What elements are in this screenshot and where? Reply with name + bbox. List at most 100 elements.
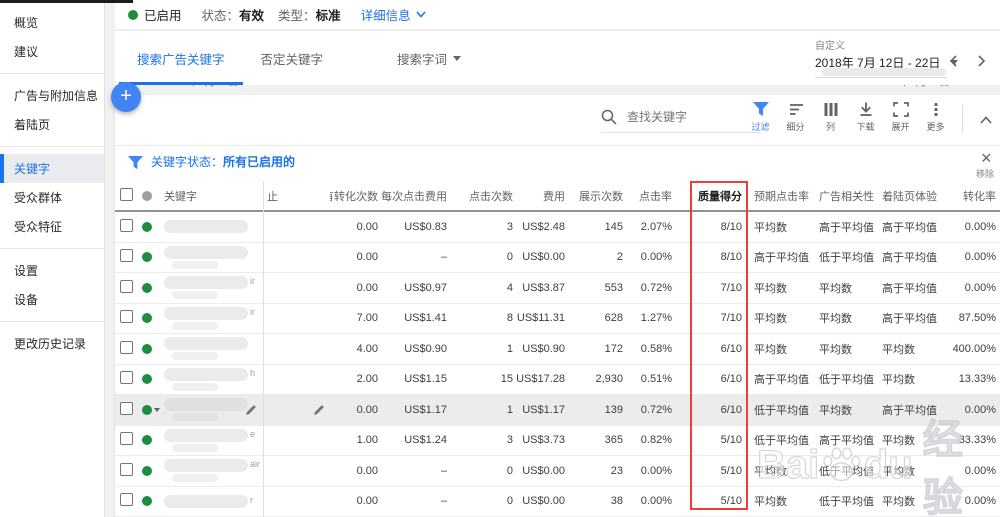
- blurred-keyword-line2: [172, 291, 218, 300]
- columns-button[interactable]: 列: [813, 102, 848, 133]
- status-column-dot: [142, 190, 152, 201]
- table-row[interactable]: e 1.00 US$1.24 3 US$3.73 365 0.82% 5/10 …: [115, 426, 1000, 456]
- edit-url-icon[interactable]: [313, 404, 325, 416]
- select-all-checkbox[interactable]: [120, 187, 133, 201]
- keyword-enabled-dot[interactable]: [142, 435, 152, 446]
- sidebar-item-change-history[interactable]: 更改历史记录: [0, 329, 104, 358]
- remove-filter-icon[interactable]: ×: [981, 148, 992, 169]
- table-row[interactable]: 4.00 US$0.90 1 US$0.90 172 0.58% 6/10 平均…: [115, 334, 1000, 365]
- table-row[interactable]: ir 0.00 US$0.97 4 US$3.87 553 0.72% 7/10…: [115, 273, 1000, 304]
- cell-expected-ctr: 平均数: [754, 221, 787, 234]
- cell-quality-score: 7/10: [720, 281, 742, 294]
- row-checkbox[interactable]: [120, 279, 133, 293]
- col-all-conversions[interactable]: 所有转化次数: [330, 188, 378, 204]
- download-button[interactable]: 下载: [848, 102, 883, 133]
- sidebar-item-landing-pages[interactable]: 着陆页: [0, 110, 104, 139]
- sidebar-item-recommendations[interactable]: 建议: [0, 37, 104, 66]
- row-checkbox[interactable]: [120, 218, 133, 232]
- search-input[interactable]: [627, 110, 737, 124]
- table-row[interactable]: ir 7.00 US$1.41 8 US$11.31 628 1.27% 7/1…: [115, 304, 1000, 334]
- cell-landing-page-exp: 高于平均值: [882, 252, 937, 265]
- sidebar-item-keywords[interactable]: 关键字: [0, 154, 104, 183]
- keyword-enabled-dot[interactable]: [142, 374, 152, 385]
- details-link[interactable]: 详细信息: [361, 5, 426, 24]
- enabled-label[interactable]: 已启用: [144, 5, 182, 24]
- row-checkbox[interactable]: [120, 432, 133, 446]
- row-checkbox[interactable]: [120, 310, 133, 324]
- col-impressions[interactable]: 展示次数: [565, 188, 623, 204]
- col-expected-ctr[interactable]: 预期点击率: [752, 188, 817, 204]
- col-landing-page-exp[interactable]: 着陆页体验: [880, 188, 950, 204]
- next-period-button[interactable]: [977, 55, 986, 67]
- collapse-panel-button[interactable]: [973, 107, 999, 133]
- cell-landing-page-exp: 平均数: [882, 435, 915, 448]
- sidebar-item-devices[interactable]: 设备: [0, 285, 104, 314]
- expand-button[interactable]: 展开: [883, 102, 918, 133]
- previous-period-button[interactable]: [949, 55, 958, 67]
- cell-ad-relevance: 低于平均值: [819, 252, 874, 265]
- sidebar-item-demographics[interactable]: 受众特征: [0, 212, 104, 241]
- table-row[interactable]: air 0.00 – 0 US$0.00 23 0.00% 5/10 平均数 低…: [115, 456, 1000, 487]
- col-quality-score[interactable]: ↓ 质量得分: [672, 188, 742, 204]
- table-row[interactable]: 0.00 US$1.17 1 US$1.17 139 0.72% 6/10 低于…: [115, 395, 1000, 426]
- add-keyword-fab[interactable]: +: [111, 82, 141, 112]
- tab-search-keywords[interactable]: 搜索广告关键字: [119, 31, 243, 85]
- cell-quality-score: 6/10: [720, 373, 742, 386]
- col-cpc[interactable]: 每次点击费用: [378, 188, 447, 204]
- row-checkbox[interactable]: [120, 249, 133, 263]
- row-checkbox[interactable]: [120, 371, 133, 385]
- tab-search-terms[interactable]: 搜索字词: [379, 31, 479, 85]
- table-row[interactable]: h 2.00 US$1.15 15 US$17.28 2,930 0.51% 6…: [115, 365, 1000, 395]
- table-row[interactable]: 0.00 – 0 US$0.00 2 0.00% 8/10 高于平均值 低于平均…: [115, 243, 1000, 273]
- filter-icon: [128, 156, 143, 170]
- sidebar-item-overview[interactable]: 概览: [0, 8, 104, 37]
- type-value: 标准: [315, 9, 341, 23]
- col-clicks[interactable]: 点击次数: [447, 188, 513, 204]
- keyword-enabled-dot[interactable]: [142, 313, 152, 324]
- filter-button[interactable]: 过滤: [743, 102, 778, 133]
- col-keyword[interactable]: 关键字: [164, 188, 263, 204]
- cell-ad-relevance: 高于平均值: [819, 221, 874, 234]
- col-final-url[interactable]: 止: [263, 188, 330, 204]
- keyword-enabled-dot[interactable]: [142, 252, 152, 263]
- sidebar-item-ads-extensions[interactable]: 广告与附加信息: [0, 81, 104, 110]
- tab-negative-keywords[interactable]: 否定关键字: [243, 31, 342, 85]
- table-row[interactable]: r 0.00 – 0 US$0.00 38 0.00% 5/10 平均数 低于平…: [115, 487, 1000, 517]
- sidebar-item-audiences[interactable]: 受众群体: [0, 183, 104, 212]
- enabled-status-dot: [128, 9, 138, 20]
- more-button[interactable]: 更多: [918, 102, 953, 133]
- keyword-enabled-dot[interactable]: [142, 404, 152, 415]
- keyword-cell: ir: [164, 306, 263, 330]
- edit-keyword-icon[interactable]: [245, 404, 257, 416]
- row-checkbox[interactable]: [120, 493, 133, 507]
- sidebar-item-settings[interactable]: 设置: [0, 256, 104, 285]
- cell-landing-page-exp: 高于平均值: [882, 282, 937, 295]
- cell-clicks: 0: [506, 464, 513, 477]
- segment-button[interactable]: 细分: [778, 102, 813, 133]
- cell-quality-score: 6/10: [720, 342, 742, 355]
- blurred-keyword: [164, 306, 248, 320]
- chevron-down-icon: [453, 55, 462, 61]
- row-checkbox[interactable]: [120, 401, 133, 415]
- cell-ctr: 0.00%: [640, 495, 672, 508]
- col-cost[interactable]: 费用: [513, 188, 565, 204]
- row-checkbox[interactable]: [120, 462, 133, 476]
- keyword-status-filter-chip[interactable]: 关键字状态：所有已启用的: [151, 146, 295, 179]
- cell-clicks: 0: [506, 251, 513, 264]
- row-checkbox[interactable]: [120, 340, 133, 354]
- col-conversion-rate[interactable]: 转化率: [950, 188, 996, 204]
- keyword-enabled-dot[interactable]: [142, 465, 152, 476]
- col-ctr[interactable]: 点击率: [623, 188, 672, 204]
- search-box[interactable]: [601, 109, 761, 133]
- keyword-enabled-dot[interactable]: [142, 282, 152, 293]
- keyword-enabled-dot[interactable]: [142, 221, 152, 232]
- sidebar-divider: [0, 73, 104, 74]
- keyword-fragment: h: [250, 367, 256, 378]
- keyword-enabled-dot[interactable]: [142, 496, 152, 507]
- cell-ad-relevance: 低于平均值: [819, 465, 874, 478]
- cell-landing-page-exp: 平均数: [882, 343, 915, 356]
- cell-ad-relevance: 平均数: [819, 404, 852, 417]
- table-row[interactable]: 0.00 US$0.83 3 US$2.48 145 2.07% 8/10 平均…: [115, 212, 1000, 243]
- keyword-enabled-dot[interactable]: [142, 343, 152, 354]
- col-ad-relevance[interactable]: 广告相关性: [817, 188, 880, 204]
